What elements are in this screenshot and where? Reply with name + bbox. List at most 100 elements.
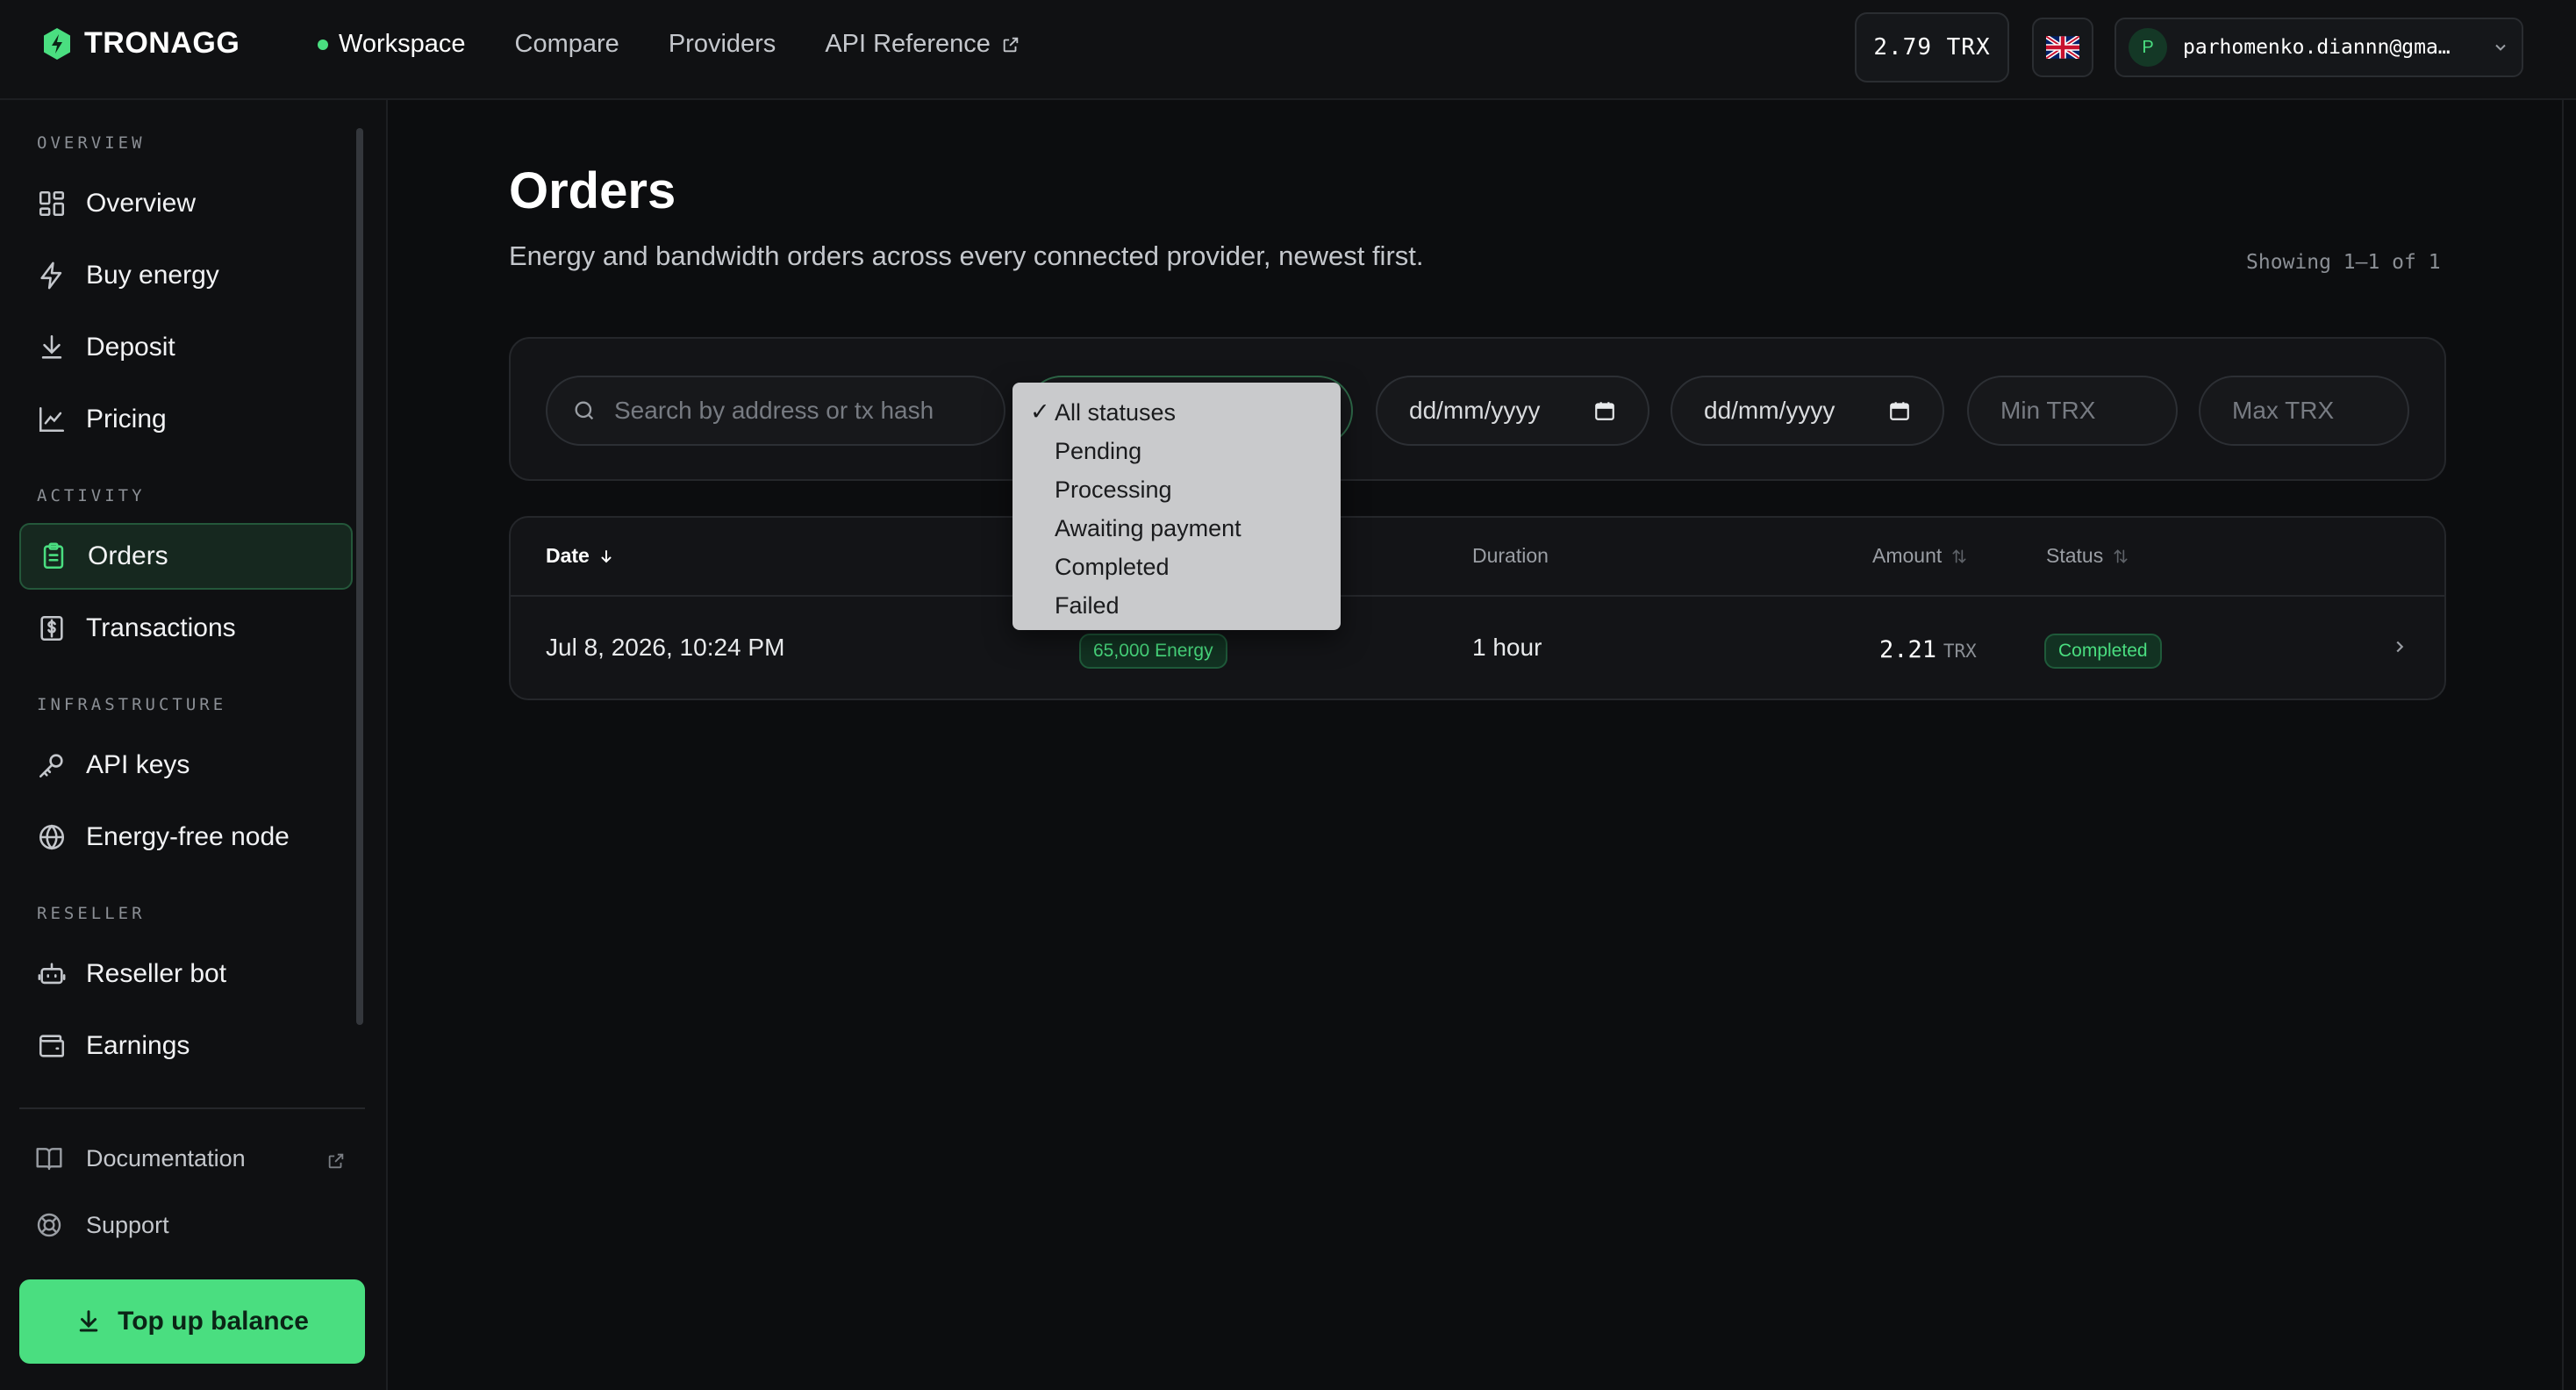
sidebar-item-label: Orders	[88, 541, 168, 570]
section-overview: OVERVIEW	[37, 133, 146, 153]
support-label: Support	[86, 1211, 169, 1238]
chevron-down-icon	[2492, 39, 2509, 56]
column-status[interactable]: Status	[2046, 544, 2129, 568]
column-date-label: Date	[546, 544, 590, 567]
status-option-all[interactable]: ✓ All statuses	[1013, 393, 1341, 432]
nav-workspace[interactable]: Workspace	[318, 30, 466, 59]
top-up-balance-button[interactable]: Top up balance	[19, 1279, 365, 1364]
sidebar-item-orders[interactable]: Orders	[19, 523, 353, 590]
line-chart-icon	[37, 405, 67, 434]
nav-providers[interactable]: Providers	[669, 30, 776, 59]
sidebar-support-link[interactable]: Support	[35, 1211, 169, 1239]
book-icon	[35, 1144, 63, 1172]
column-status-label: Status	[2046, 544, 2104, 567]
sidebar-item-label: Earnings	[86, 1031, 190, 1060]
status-option-pending[interactable]: Pending	[1013, 432, 1341, 470]
sidebar-item-pricing[interactable]: Pricing	[19, 386, 353, 453]
hexagon-bolt-icon	[42, 27, 72, 61]
status-option-label: All statuses	[1055, 398, 1177, 426]
section-infrastructure: INFRASTRUCTURE	[37, 695, 227, 714]
wallet-icon	[37, 1031, 67, 1061]
account-email: parhomenko.diannn@gma…	[2183, 36, 2451, 59]
external-link-icon	[326, 1151, 346, 1171]
column-amount[interactable]: Amount	[1872, 544, 1968, 568]
min-trx-input[interactable]: Min TRX	[1967, 376, 2178, 446]
nav-workspace-label: Workspace	[339, 30, 466, 58]
sidebar-item-transactions[interactable]: Transactions	[19, 595, 353, 662]
sidebar-item-label: Energy-free node	[86, 822, 290, 851]
order-amount: 2.21 TRX	[1879, 635, 1977, 663]
sidebar-item-energy-free-node[interactable]: Energy-free node	[19, 804, 353, 871]
column-date[interactable]: Date	[546, 544, 614, 568]
language-button[interactable]	[2032, 18, 2093, 77]
checkmark-icon: ✓	[1030, 398, 1050, 425]
date-from-input[interactable]: dd/mm/yyyy	[1376, 376, 1649, 446]
status-dropdown: ✓ All statuses Pending Processing Awaiti…	[1013, 383, 1341, 630]
nav-compare[interactable]: Compare	[515, 30, 619, 59]
max-trx-placeholder: Max TRX	[2232, 397, 2335, 424]
chevron-right-icon[interactable]	[2390, 637, 2409, 656]
external-link-icon	[1001, 35, 1020, 54]
column-amount-label: Amount	[1872, 544, 1943, 567]
calendar-icon[interactable]	[1888, 399, 1911, 422]
sidebar-item-overview[interactable]: Overview	[19, 170, 353, 237]
sidebar-divider	[19, 1107, 365, 1109]
status-badge: Completed	[2044, 634, 2162, 669]
clipboard-icon	[39, 541, 68, 571]
status-option-failed[interactable]: Failed	[1013, 586, 1341, 625]
brand-logo[interactable]: TRONAGG	[42, 26, 240, 61]
order-amount-unit: TRX	[1943, 641, 1977, 662]
sidebar-item-api-keys[interactable]: API keys	[19, 732, 353, 799]
active-dot-icon	[318, 39, 328, 50]
status-option-processing[interactable]: Processing	[1013, 470, 1341, 509]
column-duration: Duration	[1472, 544, 1549, 568]
status-option-completed[interactable]: Completed	[1013, 548, 1341, 586]
search-field[interactable]: Search by address or tx hash	[546, 376, 1005, 446]
top-up-label: Top up balance	[118, 1307, 309, 1336]
sidebar-item-deposit[interactable]: Deposit	[19, 314, 353, 381]
sidebar-item-earnings[interactable]: Earnings	[19, 1013, 353, 1079]
lifebuoy-icon	[35, 1211, 63, 1239]
search-placeholder: Search by address or tx hash	[614, 397, 934, 424]
sidebar-scrollbar[interactable]	[356, 128, 363, 1025]
robot-icon	[37, 959, 67, 989]
key-icon	[37, 750, 67, 780]
balance-pill[interactable]: 2.79 TRX	[1855, 12, 2009, 82]
sidebar-item-label: Pricing	[86, 405, 167, 433]
sidebar: OVERVIEW Overview Buy energy Deposit Pri…	[0, 100, 388, 1390]
documentation-label: Documentation	[86, 1144, 246, 1171]
download-icon	[75, 1308, 102, 1335]
max-trx-input[interactable]: Max TRX	[2199, 376, 2409, 446]
orders-table: Date Duration Amount Status Jul 8, 2026,…	[509, 516, 2446, 700]
resource-badge: 65,000 Energy	[1079, 634, 1227, 669]
uk-flag-icon	[2046, 36, 2079, 59]
page-subtitle: Energy and bandwidth orders across every…	[509, 240, 1424, 271]
calendar-icon[interactable]	[1593, 399, 1616, 422]
date-to-value: dd/mm/yyyy	[1704, 397, 1835, 424]
page-scrollbar[interactable]	[2562, 100, 2576, 1390]
nav-api-reference[interactable]: API Reference	[825, 30, 1020, 59]
results-count: Showing 1–1 of 1	[2246, 251, 2441, 274]
status-option-awaiting-payment[interactable]: Awaiting payment	[1013, 509, 1341, 548]
filters-panel: Search by address or tx hash dd/mm/yyyy …	[509, 337, 2446, 481]
min-trx-placeholder: Min TRX	[2000, 397, 2096, 424]
sidebar-item-buy-energy[interactable]: Buy energy	[19, 242, 353, 309]
sort-icon	[2112, 548, 2129, 565]
table-header: Date Duration Amount Status	[511, 518, 2444, 597]
account-menu[interactable]: P parhomenko.diannn@gma…	[2114, 18, 2523, 77]
globe-icon	[37, 822, 67, 852]
sidebar-item-label: Overview	[86, 189, 197, 218]
nav-api-reference-label: API Reference	[825, 30, 991, 58]
sidebar-documentation-link[interactable]: Documentation	[35, 1144, 246, 1172]
sidebar-item-label: Buy energy	[86, 261, 219, 290]
sidebar-item-label: Reseller bot	[86, 959, 227, 988]
date-to-input[interactable]: dd/mm/yyyy	[1671, 376, 1944, 446]
search-icon	[572, 398, 597, 423]
lightning-icon	[37, 261, 67, 290]
download-icon	[37, 333, 67, 362]
sidebar-item-reseller-bot[interactable]: Reseller bot	[19, 941, 353, 1007]
sort-icon	[1950, 548, 1968, 565]
grid-icon	[37, 189, 67, 219]
date-from-value: dd/mm/yyyy	[1409, 397, 1541, 424]
section-activity: ACTIVITY	[37, 486, 146, 505]
